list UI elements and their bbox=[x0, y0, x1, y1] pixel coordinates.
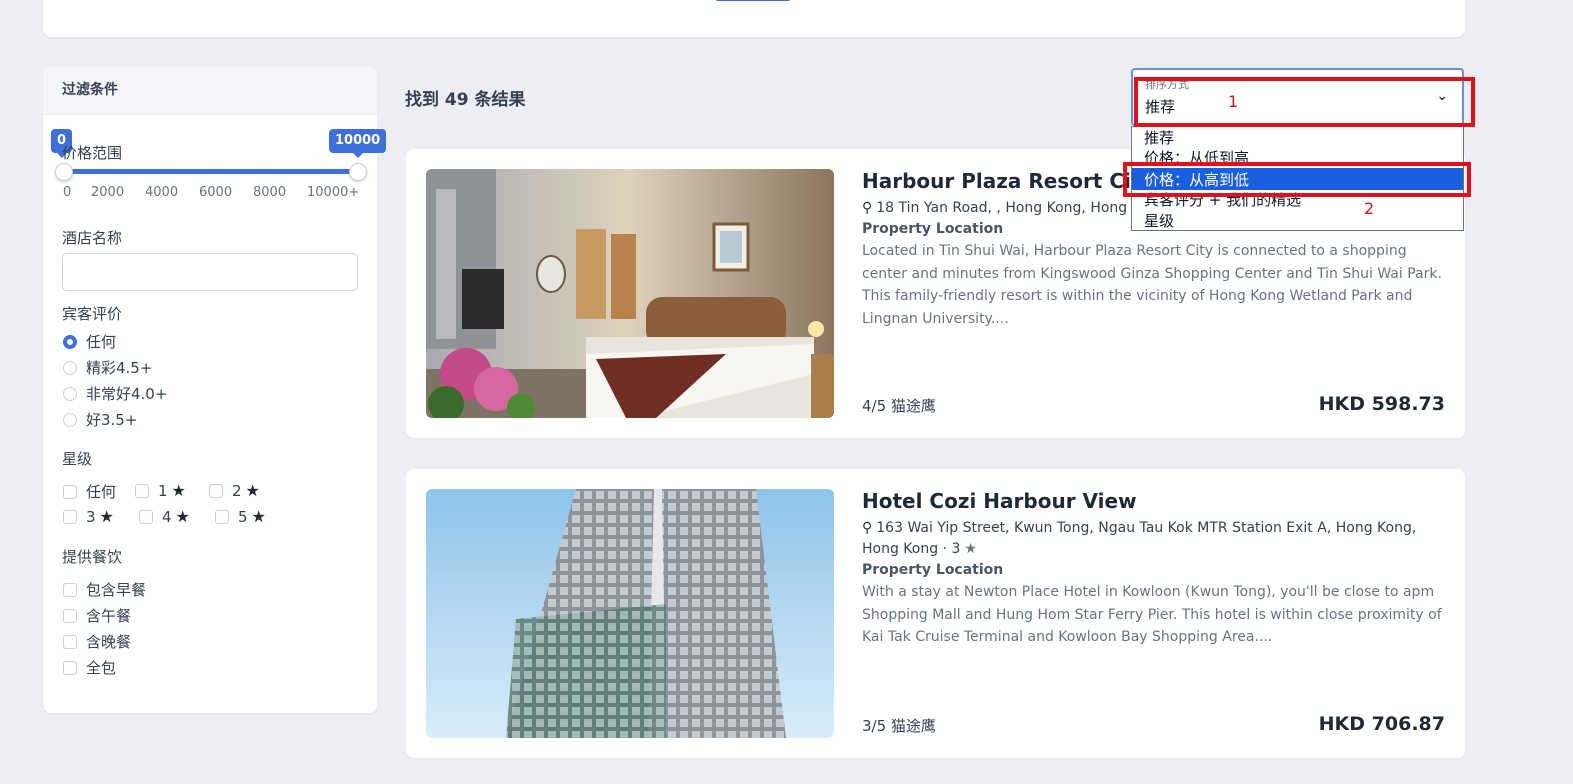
tick-label: 6000 bbox=[199, 185, 233, 200]
hotel-address: ⚲ 18 Tin Yan Road, , Hong Kong, Hong Kong bbox=[862, 198, 1166, 219]
hotel-card[interactable]: Hotel Cozi Harbour View ⚲ 163 Wai Yip Str… bbox=[406, 469, 1465, 758]
hotel-description: Located in Tin Shui Wai, Harbour Plaza R… bbox=[862, 243, 1442, 327]
star-icon: ★ bbox=[175, 507, 190, 526]
rating-option-label: 非常好4.0+ bbox=[86, 385, 168, 403]
meal-option-breakfast[interactable]: 包含早餐 bbox=[63, 579, 146, 600]
tick-label: 4000 bbox=[145, 185, 179, 200]
checkbox-icon[interactable] bbox=[63, 608, 77, 623]
hotel-name[interactable]: Harbour Plaza Resort City bbox=[862, 169, 1153, 193]
rating-option-3-5[interactable]: 好3.5+ bbox=[63, 409, 137, 430]
checkbox-icon[interactable] bbox=[63, 582, 77, 597]
star-icon: ★ bbox=[245, 481, 260, 500]
tick-label: 10000+ bbox=[307, 185, 360, 200]
star-icon: ★ bbox=[99, 507, 114, 526]
hotel-rating: 4/5 猫途鹰 bbox=[862, 397, 936, 415]
hotel-price: HKD 706.87 bbox=[1318, 713, 1445, 735]
star-option-label: 4 bbox=[162, 507, 172, 526]
checkbox-icon[interactable] bbox=[63, 660, 77, 675]
rating-option-4-5[interactable]: 精彩4.5+ bbox=[63, 357, 152, 378]
hotel-name[interactable]: Hotel Cozi Harbour View bbox=[862, 489, 1137, 513]
price-slider-min-handle[interactable] bbox=[55, 163, 73, 181]
star-option-4[interactable]: 4 ★ bbox=[139, 507, 190, 526]
price-range-label: 价格范围 bbox=[62, 144, 123, 162]
rating-option-label: 任何 bbox=[86, 333, 117, 351]
star-option-5[interactable]: 5 ★ bbox=[215, 507, 266, 526]
meal-option-label: 含晚餐 bbox=[86, 633, 132, 651]
radio-icon[interactable] bbox=[63, 386, 77, 401]
radio-icon[interactable] bbox=[63, 360, 77, 375]
filter-title: 过滤条件 bbox=[43, 67, 377, 115]
radio-selected-icon[interactable] bbox=[63, 334, 77, 349]
meal-option-label: 全包 bbox=[86, 659, 117, 677]
star-option-any[interactable]: 任何 bbox=[63, 481, 116, 502]
checkbox-icon[interactable] bbox=[139, 509, 153, 524]
hotel-name-label: 酒店名称 bbox=[62, 229, 123, 247]
price-slider-track[interactable] bbox=[63, 169, 359, 174]
rating-option-any[interactable]: 任何 bbox=[63, 331, 116, 352]
annotation-number-2: 2 bbox=[1364, 199, 1375, 218]
hotel-address-text: 18 Tin Yan Road, , Hong Kong, Hong Kong bbox=[876, 200, 1167, 216]
checkbox-icon[interactable] bbox=[215, 509, 229, 524]
meal-option-label: 含午餐 bbox=[86, 607, 132, 625]
hotel-address: ⚲ 163 Wai Yip Street, Kwun Tong, Ngau Tau… bbox=[862, 518, 1446, 560]
star-option-label: 5 bbox=[238, 507, 248, 526]
checkbox-icon[interactable] bbox=[63, 484, 77, 499]
annotation-number-1: 1 bbox=[1228, 92, 1239, 111]
hotel-address-text: 163 Wai Yip Street, Kwun Tong, Ngau Tau … bbox=[862, 520, 1417, 557]
top-panel bbox=[43, 0, 1465, 37]
rating-option-label: 精彩4.5+ bbox=[86, 359, 153, 377]
sort-option-star[interactable]: 星级 bbox=[1144, 210, 1174, 230]
checkbox-icon[interactable] bbox=[63, 509, 77, 524]
star-option-label: 1 bbox=[158, 481, 168, 500]
price-slider-max-handle[interactable] bbox=[349, 163, 367, 181]
map-pin-icon: ⚲ bbox=[862, 520, 873, 536]
meals-label: 提供餐饮 bbox=[62, 548, 123, 566]
checkbox-icon[interactable] bbox=[135, 483, 149, 498]
hotel-name-input[interactable] bbox=[62, 253, 358, 291]
guest-rating-label: 宾客评价 bbox=[62, 305, 123, 323]
section-title: Property Location bbox=[862, 221, 1004, 237]
section-title: Property Location bbox=[862, 562, 1004, 578]
star-option-label: 2 bbox=[232, 481, 242, 500]
map-pin-icon: ⚲ bbox=[862, 200, 873, 216]
meal-option-dinner[interactable]: 含晚餐 bbox=[63, 631, 131, 652]
checkbox-icon[interactable] bbox=[63, 634, 77, 649]
star-icon: ★ bbox=[171, 481, 186, 500]
sort-option-recommended[interactable]: 推荐 bbox=[1144, 127, 1174, 148]
meal-option-label: 包含早餐 bbox=[86, 581, 147, 599]
tick-label: 0 bbox=[63, 185, 72, 200]
tick-label: 2000 bbox=[91, 185, 125, 200]
annotation-box-1 bbox=[1134, 77, 1475, 127]
hotel-rating: 3/5 猫途鹰 bbox=[862, 717, 936, 735]
star-option-2[interactable]: 2 ★ bbox=[209, 481, 260, 500]
meal-option-lunch[interactable]: 含午餐 bbox=[63, 605, 131, 626]
hotel-description: With a stay at Newton Place Hotel in Kow… bbox=[862, 584, 1442, 645]
rating-option-4-0[interactable]: 非常好4.0+ bbox=[63, 383, 167, 404]
pagination-active-indicator bbox=[716, 0, 790, 1]
meal-option-all-inclusive[interactable]: 全包 bbox=[63, 657, 116, 678]
star-option-3[interactable]: 3 ★ bbox=[63, 507, 114, 526]
price-max-badge: 10000 bbox=[329, 129, 387, 158]
result-count: 找到 49 条结果 bbox=[405, 90, 526, 110]
annotation-box-2 bbox=[1123, 162, 1471, 197]
star-icon: ★ bbox=[251, 507, 266, 526]
star-icon: ★ bbox=[964, 541, 977, 557]
rating-option-label: 好3.5+ bbox=[86, 411, 138, 429]
star-option-1[interactable]: 1 ★ bbox=[135, 481, 186, 500]
radio-icon[interactable] bbox=[63, 412, 77, 427]
star-option-label: 任何 bbox=[86, 483, 117, 501]
hotel-price: HKD 598.73 bbox=[1318, 393, 1445, 415]
tick-label: 8000 bbox=[253, 185, 287, 200]
hotel-photo-building[interactable] bbox=[426, 489, 834, 738]
star-rating-label: 星级 bbox=[62, 450, 93, 468]
filter-sidebar: 过滤条件 0 10000 价格范围 0 2000 4000 6000 8000 … bbox=[43, 67, 387, 713]
checkbox-icon[interactable] bbox=[209, 483, 223, 498]
hotel-photo-bedroom[interactable] bbox=[426, 169, 834, 418]
star-option-label: 3 bbox=[86, 507, 96, 526]
